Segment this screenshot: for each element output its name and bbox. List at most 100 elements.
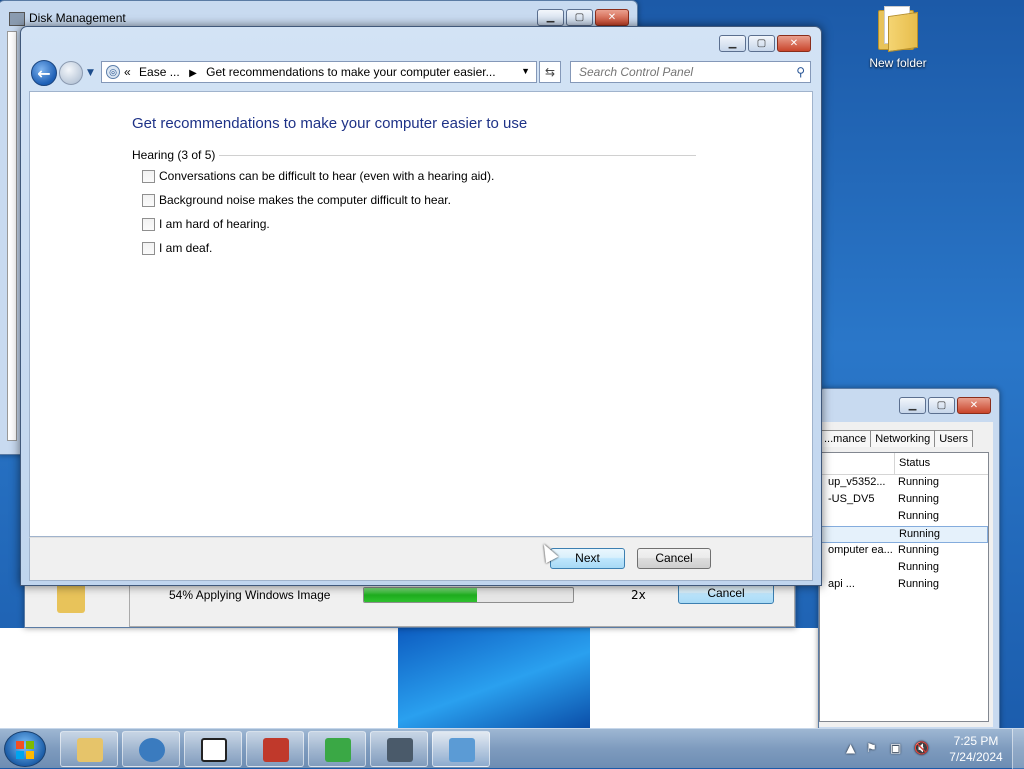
maximize-button[interactable]: ▢ (928, 397, 955, 414)
minimize-button[interactable]: ▁ (537, 9, 564, 26)
clock-time: 7:25 PM (953, 734, 999, 748)
desktop-icon-new-folder[interactable]: New folder (862, 4, 934, 70)
search-icon[interactable]: ⚲ (796, 65, 805, 79)
option-background-noise[interactable]: Background noise makes the computer diff… (142, 190, 451, 210)
folder-icon (878, 4, 918, 53)
media-icon (139, 738, 165, 762)
search-box[interactable]: ⚲ (570, 61, 811, 83)
clock-date: 7/24/2024 (949, 750, 1003, 764)
taskbar-item-control-panel[interactable] (432, 731, 490, 767)
option-conversations-difficult[interactable]: Conversations can be difficult to hear (… (142, 166, 494, 186)
taskbar-item-toolbox[interactable] (246, 731, 304, 767)
close-button[interactable]: ✕ (957, 397, 991, 414)
setup-progress-bar (363, 587, 574, 603)
setup-progress-fill (364, 588, 477, 602)
process-status: Running (898, 578, 939, 590)
taskbar-item-monitor[interactable] (370, 731, 428, 767)
maximize-button[interactable]: ▢ (748, 35, 775, 52)
cancel-button[interactable]: Cancel (637, 548, 711, 569)
back-arrow-icon[interactable]: ← (31, 60, 57, 86)
action-center-flag-icon[interactable]: ⚑ (866, 741, 877, 755)
windows-logo-icon (16, 741, 34, 759)
option-hard-of-hearing[interactable]: I am hard of hearing. (142, 214, 270, 234)
taskbar-item-7zip[interactable] (184, 731, 242, 767)
show-hidden-icons-icon[interactable]: ▲ (846, 741, 855, 755)
tab-performance[interactable]: ...mance (819, 430, 872, 447)
disk-management-icon (9, 12, 25, 26)
tab-users[interactable]: Users (934, 430, 973, 447)
table-row[interactable]: Running (820, 560, 988, 577)
background-panel (590, 628, 820, 728)
option-label: I am deaf. (159, 241, 213, 255)
task-manager-tabs: ...mance Networking Users (819, 430, 973, 447)
show-desktop-button[interactable] (1012, 729, 1024, 769)
disk-management-title: Disk Management (29, 11, 126, 25)
recent-pages-dropdown-icon[interactable]: ▼ (87, 68, 94, 78)
navigation-bar: ← ▼ ◎ « Ease ... ▶ Get recommendations t… (29, 59, 813, 89)
table-row[interactable]: api ... Running (820, 577, 988, 594)
process-status: Running (899, 528, 940, 540)
setup-cancel-button[interactable]: Cancel (678, 583, 774, 604)
process-status: Running (898, 510, 939, 522)
next-button[interactable]: Next (550, 548, 625, 569)
process-list[interactable]: Status up_v5352... Running -US_DV5 Runni… (819, 452, 989, 722)
breadcrumb-overflow[interactable]: « (124, 65, 131, 79)
volume-muted-icon[interactable]: 🔇 (914, 741, 929, 755)
column-header-status[interactable]: Status (894, 453, 934, 475)
address-bar[interactable]: ◎ « Ease ... ▶ Get recommendations to ma… (101, 61, 537, 83)
dialog-footer: Next Cancel (29, 537, 813, 581)
option-deaf[interactable]: I am deaf. (142, 238, 212, 258)
forward-arrow-icon[interactable] (59, 61, 83, 85)
table-row[interactable]: up_v5352... Running (820, 475, 988, 492)
refresh-icon[interactable]: ⇆ (539, 61, 561, 83)
taskbar-item-explorer[interactable] (60, 731, 118, 767)
table-row-selected[interactable]: Running (820, 526, 988, 543)
option-label: Background noise makes the computer diff… (159, 193, 451, 207)
process-status: Running (898, 476, 939, 488)
table-row[interactable]: -US_DV5 Running (820, 492, 988, 509)
close-button[interactable]: ✕ (777, 35, 811, 52)
checkbox[interactable] (142, 193, 155, 207)
clock[interactable]: 7:25 PM 7/24/2024 (946, 733, 1006, 765)
taskbar-item-media[interactable] (122, 731, 180, 767)
taskbar-item-door[interactable] (308, 731, 366, 767)
breadcrumb-current[interactable]: Get recommendations to make your compute… (206, 65, 495, 79)
checkbox[interactable] (142, 169, 155, 183)
checkbox[interactable] (142, 217, 155, 231)
process-name: -US_DV5 (828, 493, 875, 505)
process-name: api ... (828, 578, 855, 590)
process-list-header: Status (820, 453, 988, 475)
system-tray: ▲ ⚑ ▣ 🔇 7:25 PM 7/24/2024 (842, 729, 1024, 769)
address-dropdown-icon[interactable]: ▼ (521, 66, 530, 76)
taskbar: ▲ ⚑ ▣ 🔇 7:25 PM 7/24/2024 (0, 728, 1024, 769)
minimize-button[interactable]: ▁ (899, 397, 926, 414)
start-button[interactable] (4, 731, 46, 767)
process-status: Running (898, 493, 939, 505)
minimize-button[interactable]: ▁ (719, 35, 746, 52)
process-name: up_v5352... (828, 476, 886, 488)
close-button[interactable]: ✕ (595, 9, 629, 26)
ease-of-access-window[interactable]: ▁ ▢ ✕ ← ▼ ◎ « Ease ... ▶ Get recommendat… (20, 26, 822, 586)
breadcrumb-ease-of-access[interactable]: Ease ... (139, 65, 180, 79)
table-row[interactable]: omputer ea... Running (820, 543, 988, 560)
checkbox[interactable] (142, 241, 155, 255)
breadcrumb: « Ease ... ▶ Get recommendations to make… (124, 65, 496, 79)
table-row[interactable]: Running (820, 509, 988, 526)
tab-networking[interactable]: Networking (870, 430, 936, 447)
door-icon (325, 738, 351, 762)
maximize-button[interactable]: ▢ (566, 9, 593, 26)
option-label: I am hard of hearing. (159, 217, 270, 231)
setup-folder-icon (57, 583, 85, 613)
explorer-icon (77, 738, 103, 762)
window-controls: ▁ ▢ ✕ (719, 35, 811, 52)
setup-status-text: 54% Applying Windows Image (169, 588, 331, 602)
option-label: Conversations can be difficult to hear (… (159, 169, 495, 183)
wallpaper-tile (398, 628, 590, 728)
task-manager-window[interactable]: ▁ ▢ ✕ ...mance Networking Users Status u… (818, 388, 1000, 733)
setup-speed-label: 2x (631, 588, 646, 602)
breadcrumb-separator-icon[interactable]: ▶ (189, 68, 197, 79)
process-status: Running (898, 561, 939, 573)
control-panel-icon (449, 738, 475, 762)
network-icon[interactable]: ▣ (890, 741, 901, 755)
search-input[interactable] (571, 62, 785, 82)
